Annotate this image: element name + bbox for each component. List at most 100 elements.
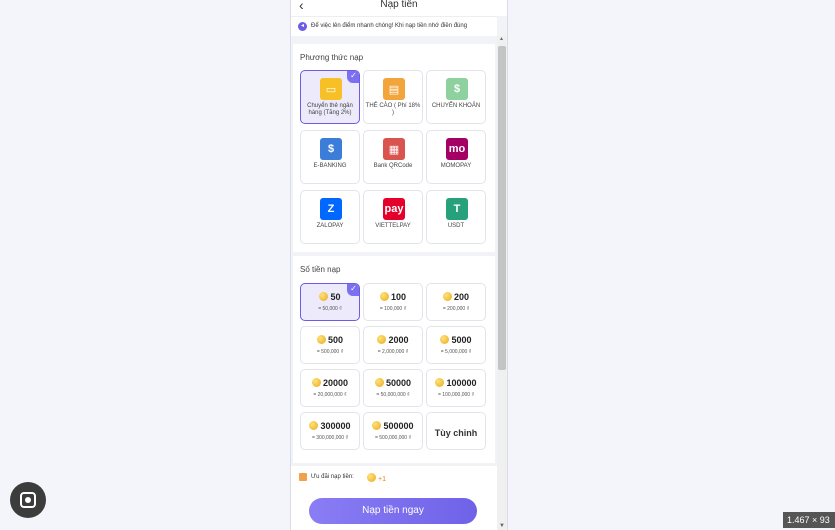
coin-icon [319, 292, 329, 301]
amount-card[interactable]: 100 = 100,000 ₫ [363, 283, 423, 321]
amount-card[interactable]: 500000 = 500,000,000 ₫ [363, 412, 423, 450]
notice-marquee: ◂ Để việc lên điểm nhanh chóng! Khi nạp … [291, 16, 497, 36]
payment-method-label: THẺ CÀO ( Phí 18% ) [365, 103, 421, 116]
payment-method-card[interactable]: T USDT [426, 190, 486, 244]
qr-code-icon: ▦ [383, 138, 405, 160]
ebanking-icon: $ [320, 138, 342, 160]
amount-card[interactable]: 300000 = 300,000,000 ₫ [300, 412, 360, 450]
payment-method-card[interactable]: Z ZALOPAY [300, 190, 360, 244]
amount-equivalent: = 100,000 ₫ [379, 306, 407, 312]
amount-title: Số tiền nạp [300, 265, 341, 274]
top-bar: ‹ Nạp tiền [291, 0, 507, 16]
amount-grid: 50 = 50,000 ₫ ✓ 100 = 100,000 ₫ 200 = 200,000 … [300, 283, 486, 450]
payment-method-label: USDT [447, 223, 465, 229]
scroll-up-icon[interactable]: ▲ [499, 36, 504, 42]
payment-method-label: MOMOPAY [440, 163, 472, 169]
lens-dot [25, 497, 31, 503]
scrollbar-thumb[interactable] [498, 46, 506, 370]
amount-value: 200 [427, 292, 485, 302]
payment-method-label: CHUYỂN KHOẢN [431, 103, 481, 109]
payment-method-grid: ▭ Chuyển thẻ ngân hàng (Tăng 2%) ✓ ▤ THẺ CÀO… [300, 70, 486, 244]
amount-value: 100 [364, 292, 422, 302]
amount-value: 5000 [427, 335, 485, 345]
bottom-bar: Ưu đãi nạp tiền: +1 Nạp tiền ngay [291, 466, 497, 530]
promo-value-text: +1 [378, 476, 386, 483]
coin-icon [311, 378, 321, 387]
amount-value: 500 [301, 335, 359, 345]
amount-card[interactable]: 20000 = 20,000,000 ₫ [300, 369, 360, 407]
check-icon: ✓ [347, 284, 359, 296]
speaker-icon: ◂ [298, 22, 307, 31]
amount-card[interactable]: 5000 = 5,000,000 ₫ [426, 326, 486, 364]
coin-icon [367, 473, 376, 482]
amount-equivalent: = 50,000,000 ₫ [376, 392, 410, 398]
amount-value: 300000 [301, 421, 359, 431]
amount-equivalent: = 5,000,000 ₫ [440, 349, 472, 355]
coin-icon [374, 378, 384, 387]
amount-value-text: 300000 [320, 421, 351, 431]
deposit-now-button[interactable]: Nạp tiền ngay [309, 498, 477, 524]
amount-card[interactable]: 2000 = 2,000,000 ₫ [363, 326, 423, 364]
amount-value: 2000 [364, 335, 422, 345]
payment-method-card[interactable]: mo MOMOPAY [426, 130, 486, 184]
google-lens-button[interactable] [10, 482, 46, 518]
notice-text: Để việc lên điểm nhanh chóng! Khi nạp ti… [311, 23, 468, 29]
coin-icon [372, 421, 382, 430]
momo-icon: mo [446, 138, 468, 160]
coin-icon [309, 421, 319, 430]
amount-value-text: 2000 [388, 335, 409, 345]
payment-method-card[interactable]: ▤ THẺ CÀO ( Phí 18% ) [363, 70, 423, 124]
payment-method-card[interactable]: $ E-BANKING [300, 130, 360, 184]
amount-value-text: 500 [327, 335, 344, 345]
coin-icon [442, 292, 452, 301]
amount-card[interactable]: 500 = 500,000 ₫ [300, 326, 360, 364]
usdt-icon: T [446, 198, 468, 220]
payment-method-card[interactable]: ▭ Chuyển thẻ ngân hàng (Tăng 2%) ✓ [300, 70, 360, 124]
amount-value-text: 500000 [383, 421, 414, 431]
amount-equivalent: = 2,000,000 ₫ [377, 349, 409, 355]
scrollbar[interactable]: ▲ ▼ [497, 36, 507, 530]
promo-label: Ưu đãi nạp tiền: [311, 474, 354, 480]
amount-value: 500000 [364, 421, 422, 431]
zoom-badge: 1.467 × 93 [783, 512, 835, 528]
payment-method-card[interactable]: $ CHUYỂN KHOẢN [426, 70, 486, 124]
scroll-down-icon[interactable]: ▼ [499, 523, 505, 529]
amount-value-text: 5000 [451, 335, 472, 345]
zalopay-icon: Z [320, 198, 342, 220]
custom-amount-label: Tùy chỉnh [434, 428, 478, 438]
coin-icon [377, 335, 387, 344]
amount-equivalent: = 100,000,000 ₫ [437, 392, 475, 398]
amount-value: 50000 [364, 378, 422, 388]
amount-value-text: 100000 [446, 378, 477, 388]
payment-method-label: VIETTELPAY [375, 223, 411, 229]
custom-amount-card[interactable]: Tùy chỉnh [426, 412, 486, 450]
amount-card[interactable]: 100000 = 100,000,000 ₫ [426, 369, 486, 407]
payment-method-label: Bank QRCode [373, 163, 413, 169]
amount-equivalent: = 300,000,000 ₫ [311, 435, 349, 441]
amount-equivalent: = 500,000,000 ₫ [374, 435, 412, 441]
payment-method-label: ZALOPAY [316, 223, 344, 229]
coin-icon [440, 335, 450, 344]
promo-value: +1 [367, 473, 386, 483]
viettelpay-icon: pay [383, 198, 405, 220]
page-title: Nạp tiền [380, 0, 418, 10]
payment-method-section: Phương thức nạp ▭ Chuyển thẻ ngân hàng (T… [293, 44, 495, 252]
scratch-card-icon: ▤ [383, 78, 405, 100]
amount-equivalent: = 20,000,000 ₫ [313, 392, 347, 398]
amount-card[interactable]: 200 = 200,000 ₫ [426, 283, 486, 321]
amount-card[interactable]: 50000 = 50,000,000 ₫ [363, 369, 423, 407]
amount-value-text: 200 [453, 292, 470, 302]
transfer-icon: $ [446, 78, 468, 100]
payment-method-card[interactable]: pay VIETTELPAY [363, 190, 423, 244]
amount-value: 100000 [427, 378, 485, 388]
amount-value-text: 20000 [322, 378, 349, 388]
amount-section: Số tiền nạp 50 = 50,000 ₫ ✓ 100 = 100,000 ₫ 2… [293, 256, 495, 463]
amount-value-text: 50 [330, 292, 341, 302]
amount-card[interactable]: 50 = 50,000 ₫ ✓ [300, 283, 360, 321]
coin-icon [316, 335, 326, 344]
phone-frame: ‹ Nạp tiền ◂ Để việc lên điểm nhanh chón… [290, 0, 508, 530]
amount-value-text: 100 [390, 292, 407, 302]
payment-method-label: Chuyển thẻ ngân hàng (Tăng 2%) [307, 103, 353, 116]
payment-method-card[interactable]: ▦ Bank QRCode [363, 130, 423, 184]
coin-icon [379, 292, 389, 301]
